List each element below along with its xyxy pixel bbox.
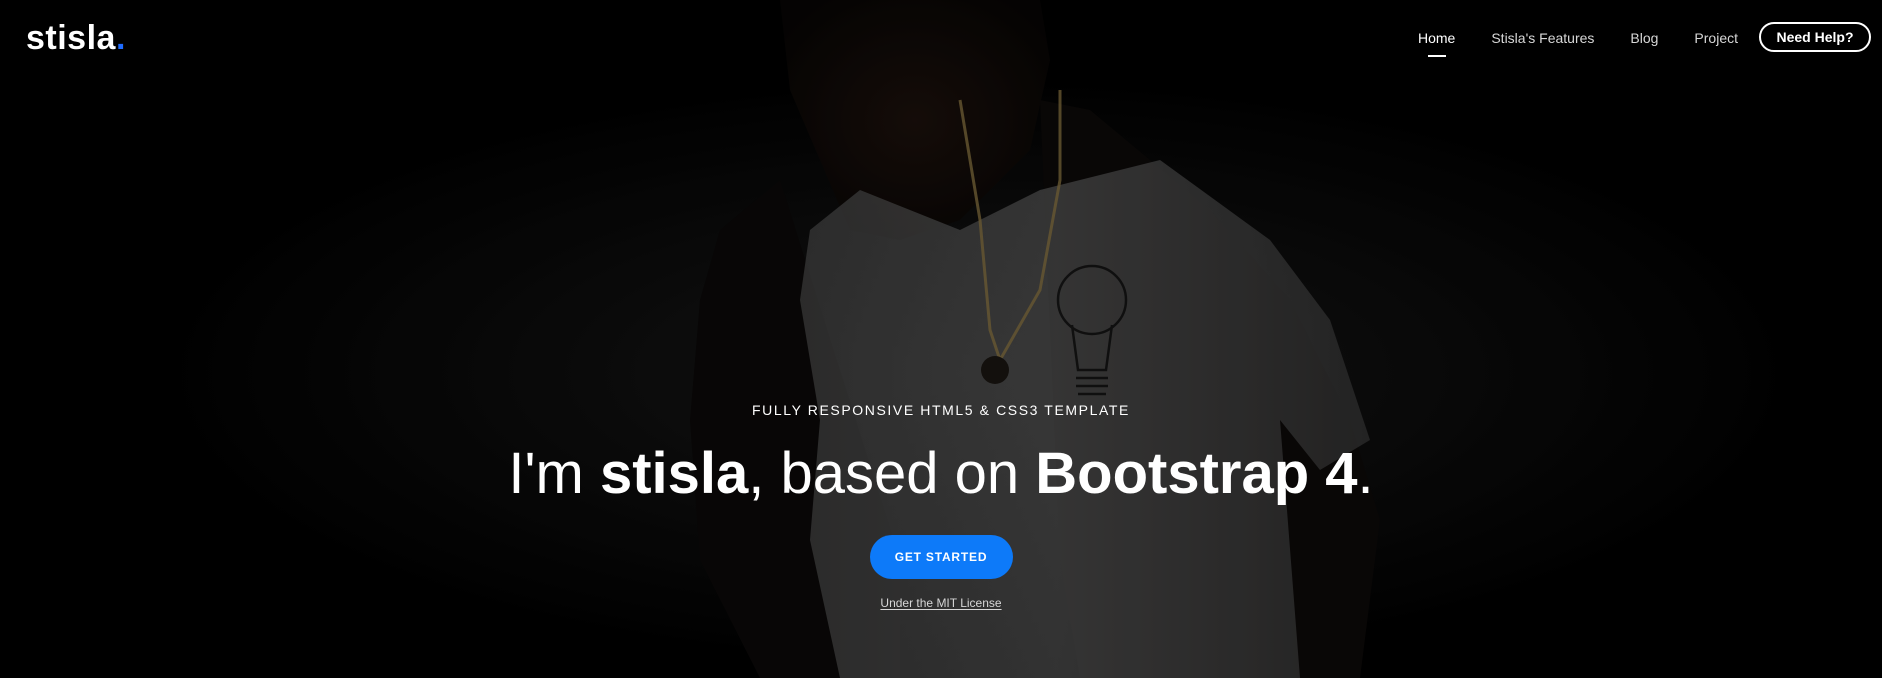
- nav-item-home[interactable]: Home: [1418, 27, 1455, 57]
- headline-framework: Bootstrap 4: [1035, 441, 1358, 506]
- headline-brand: stisla: [599, 441, 749, 506]
- nav-item-blog[interactable]: Blog: [1630, 27, 1658, 49]
- need-help-button[interactable]: Need Help?: [1759, 22, 1871, 52]
- nav-item-features[interactable]: Stisla's Features: [1491, 27, 1594, 49]
- hero-content: FULLY RESPONSIVE HTML5 & CSS3 TEMPLATE I…: [0, 400, 1882, 610]
- nav-item-project[interactable]: Project: [1694, 27, 1738, 49]
- hero-section: stisla. Home Stisla's Features Blog Proj…: [0, 0, 1882, 678]
- hero-headline: I'm stisla, based on Bootstrap 4.: [0, 440, 1882, 508]
- hero-tagline: FULLY RESPONSIVE HTML5 & CSS3 TEMPLATE: [752, 402, 1130, 418]
- mit-license-link[interactable]: Under the MIT License: [0, 596, 1882, 610]
- headline-text-1: I'm: [508, 441, 600, 506]
- top-navbar: stisla. Home Stisla's Features Blog Proj…: [0, 0, 1882, 78]
- brand-logo[interactable]: stisla.: [26, 18, 126, 58]
- get-started-button[interactable]: GET STARTED: [869, 535, 1013, 579]
- headline-text-2: , based on: [748, 441, 1036, 506]
- headline-text-3: .: [1357, 441, 1374, 506]
- logo-text: stisla: [26, 19, 116, 57]
- nav-menu: Home Stisla's Features Blog Project: [1382, 27, 1738, 57]
- logo-dot: .: [115, 19, 126, 57]
